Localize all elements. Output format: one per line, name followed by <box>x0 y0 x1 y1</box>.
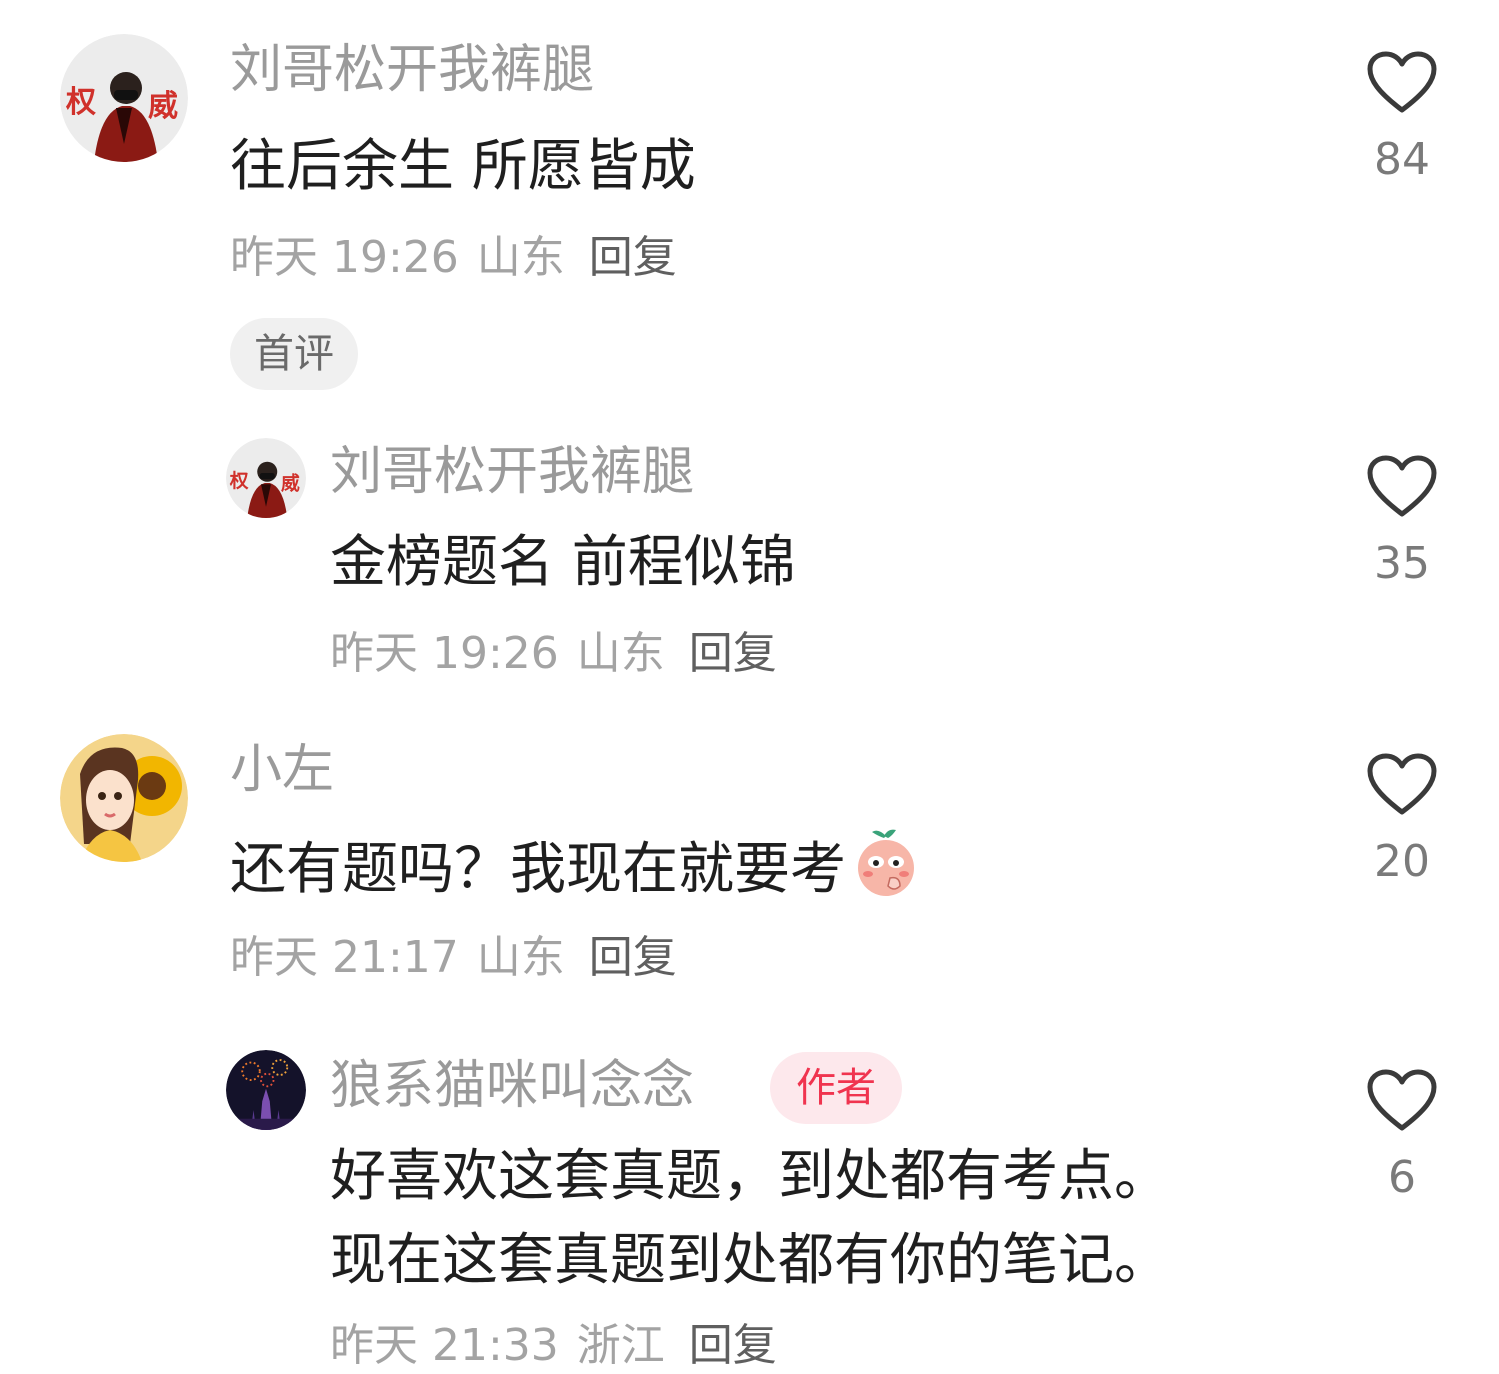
like-count: 35 <box>1374 538 1430 589</box>
like-button[interactable]: 6 <box>1360 1068 1444 1206</box>
svg-text:威: 威 <box>148 89 178 124</box>
avatar[interactable]: 权 威 <box>226 438 306 518</box>
comment-item: 权 威 刘哥松开我裤腿 金榜题名 前程似锦 昨天 19:26 山东 回复 35 <box>0 400 1499 700</box>
like-count: 6 <box>1388 1152 1416 1203</box>
heart-outline-icon <box>1367 753 1437 815</box>
username[interactable]: 刘哥松开我裤腿 <box>230 38 594 102</box>
comment-text: 还有题吗？我现在就要考 <box>230 826 918 921</box>
svg-text:权: 权 <box>65 85 96 120</box>
comment-item: 权 威 刘哥松开我裤腿 往后余生 所愿皆成 昨天 19:26 山东 回复 首评 84 <box>0 0 1499 400</box>
comment-time: 昨天 21:17 <box>230 932 459 983</box>
like-button[interactable]: 35 <box>1360 454 1444 592</box>
comment-text: 往后余生 所愿皆成 <box>230 134 696 199</box>
reply-button[interactable]: 回复 <box>689 628 777 679</box>
heart-outline-icon <box>1367 51 1437 113</box>
comment-location: 浙江 <box>576 1320 665 1371</box>
peach-shy-emoji-icon <box>854 826 918 921</box>
username[interactable]: 小左 <box>230 738 334 802</box>
comment-meta: 昨天 21:33 浙江 回复 <box>330 1318 777 1374</box>
avatar[interactable] <box>60 734 188 862</box>
username[interactable]: 狼系猫咪叫念念 <box>330 1054 694 1118</box>
comment-text-content: 还有题吗？我现在就要考 <box>230 837 846 902</box>
reply-button[interactable]: 回复 <box>589 232 677 283</box>
comment-location: 山东 <box>576 628 665 679</box>
comment-item: 小左 还有题吗？我现在就要考 昨天 21:17 山东 回复 20 <box>0 700 1499 1020</box>
like-count: 84 <box>1374 134 1430 185</box>
author-badge: 作者 <box>770 1052 902 1124</box>
comment-meta: 昨天 21:17 山东 回复 <box>230 930 677 986</box>
username[interactable]: 刘哥松开我裤腿 <box>330 440 694 504</box>
reply-button[interactable]: 回复 <box>589 932 677 983</box>
first-comment-badge: 首评 <box>230 318 358 390</box>
comment-location: 山东 <box>476 232 565 283</box>
comment-text: 金榜题名 前程似锦 <box>330 530 796 595</box>
comment-time: 昨天 21:33 <box>330 1320 559 1371</box>
heart-outline-icon <box>1367 1069 1437 1131</box>
comment-text-line1: 好喜欢这套真题，到处都有考点。 <box>330 1144 1170 1209</box>
avatar[interactable] <box>226 1050 306 1130</box>
svg-text:威: 威 <box>281 471 300 494</box>
like-button[interactable]: 20 <box>1360 752 1444 890</box>
svg-text:权: 权 <box>229 469 249 492</box>
comment-meta: 昨天 19:26 山东 回复 <box>230 230 677 286</box>
like-button[interactable]: 84 <box>1360 50 1444 188</box>
like-count: 20 <box>1374 836 1430 887</box>
reply-button[interactable]: 回复 <box>689 1320 777 1371</box>
comment-meta: 昨天 19:26 山东 回复 <box>330 626 777 682</box>
comment-item: 狼系猫咪叫念念 作者 好喜欢这套真题，到处都有考点。 现在这套真题到处都有你的笔… <box>0 1020 1499 1371</box>
comment-location: 山东 <box>476 932 565 983</box>
heart-outline-icon <box>1367 455 1437 517</box>
avatar[interactable]: 权 威 <box>60 34 188 162</box>
comment-text-line2: 现在这套真题到处都有你的笔记。 <box>330 1228 1170 1293</box>
comment-time: 昨天 19:26 <box>330 628 559 679</box>
comment-time: 昨天 19:26 <box>230 232 459 283</box>
